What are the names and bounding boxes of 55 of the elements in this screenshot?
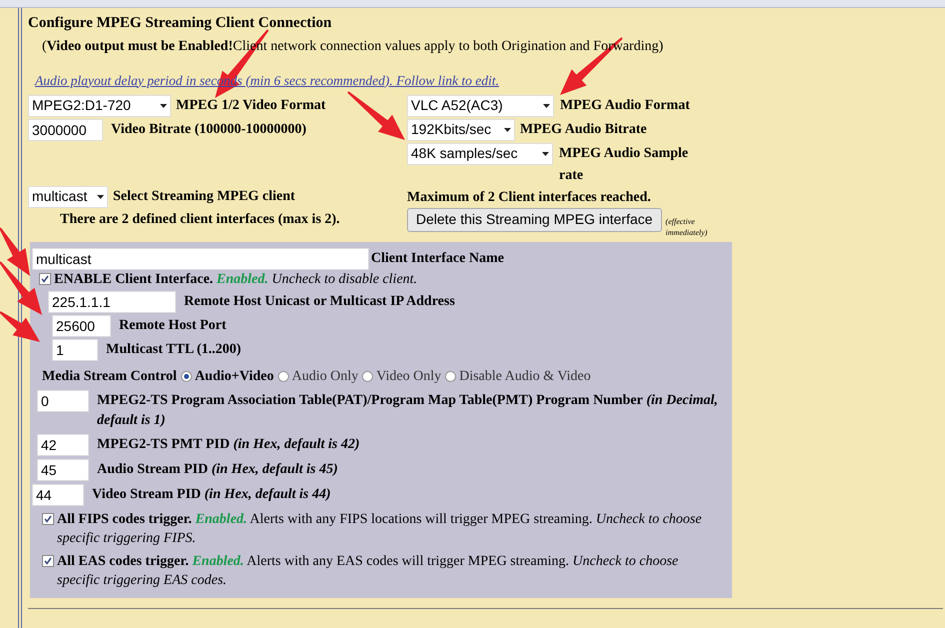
- checkbox[interactable]: [42, 554, 54, 567]
- audio-format-select[interactable]: VLC A52(AC3): [407, 94, 554, 117]
- checkbox[interactable]: [42, 512, 54, 525]
- pid-label: Video Stream PID (in Hex, default is 44): [92, 486, 332, 504]
- ttl-field[interactable]: 1: [52, 338, 98, 361]
- radio-button[interactable]: [180, 370, 192, 382]
- remote-port-field[interactable]: 25600: [52, 314, 111, 337]
- delete-interface-button[interactable]: Delete this Streaming MPEG interface: [407, 208, 662, 232]
- remote-host-label: Remote Host Unicast or Multicast IP Address: [184, 293, 455, 312]
- client-select-label: Select Streaming MPEG client: [113, 188, 296, 206]
- media-stream-label: Media Stream Control: [42, 368, 177, 386]
- video-format-label: MPEG 1/2 Video Format: [176, 97, 326, 116]
- video-format-select[interactable]: MPEG2:D1-720: [28, 94, 171, 117]
- radio-option[interactable]: Audio+Video: [180, 366, 274, 387]
- radio-option[interactable]: Disable Audio & Video: [445, 366, 591, 387]
- pid-label: MPEG2-TS PMT PID (in Hex, default is 42): [97, 436, 361, 454]
- pointer-arrow: [0, 228, 30, 276]
- dropdown-caret-icon: [542, 152, 549, 156]
- max-clients-text: Maximum of 2 Client interfaces reached.: [407, 188, 652, 207]
- pid-field[interactable]: 0: [37, 390, 89, 412]
- section-title: Configure MPEG Streaming Client Connection: [28, 14, 333, 33]
- radio-button[interactable]: [278, 370, 289, 382]
- remote-port-label: Remote Host Port: [119, 317, 226, 336]
- video-bitrate-field[interactable]: 3000000: [28, 118, 103, 141]
- pid-label: Audio Stream PID (in Hex, default is 45): [97, 460, 339, 479]
- effective-note: (effective immediately): [666, 216, 708, 238]
- audio-format-label: MPEG Audio Format: [560, 97, 690, 116]
- pointer-arrow: [347, 91, 405, 140]
- trigger-text: All FIPS codes trigger. Enabled. Alerts with any FIPS locations will trigger MPEG streaming. Uncheck to choose specific triggering FIPS.: [57, 510, 703, 548]
- video-bitrate-label: Video Bitrate (100000-10000000): [111, 121, 306, 140]
- dropdown-caret-icon: [97, 194, 104, 199]
- pid-field[interactable]: 45: [37, 458, 89, 481]
- audio-bitrate-label: MPEG Audio Bitrate: [520, 121, 647, 140]
- dropdown-caret-icon: [543, 104, 550, 108]
- audio-sample-rate-select[interactable]: 48K samples/sec: [407, 142, 553, 165]
- trigger-text: All EAS codes trigger. Enabled. Alerts with any EAS codes will trigger MPEG streaming. Uncheck to choose specific triggering EAS codes.: [57, 552, 680, 590]
- client-count-text: There are 2 defined client interfaces (max is 2).: [59, 210, 341, 229]
- ttl-label: Multicast TTL (1..200): [106, 341, 242, 360]
- pid-label: MPEG2-TS Program Association Table(PAT)/Program Map Table(PMT) Program Number (in Decimal, default is 1): [97, 392, 719, 430]
- pid-field[interactable]: 44: [32, 484, 84, 506]
- client-name-field[interactable]: multicast: [32, 248, 369, 270]
- audio-bitrate-select[interactable]: 192Kbits/sec: [407, 118, 515, 141]
- audio-sample-rate-label: MPEG Audio Sample rate: [559, 144, 690, 185]
- remote-host-field[interactable]: 225.1.1.1: [48, 290, 176, 313]
- checkbox[interactable]: [39, 272, 51, 285]
- pid-field[interactable]: 42: [37, 434, 89, 456]
- radio-option[interactable]: Audio Only: [278, 366, 358, 387]
- dropdown-caret-icon: [160, 104, 167, 108]
- radio-button[interactable]: [362, 370, 374, 382]
- radio-button[interactable]: [445, 370, 456, 382]
- dropdown-caret-icon: [504, 128, 511, 132]
- client-select[interactable]: multicast: [28, 186, 108, 208]
- enable-client-text: ENABLE Client Interface. Enabled. Uncheck to disable client.: [54, 270, 418, 289]
- client-name-label: Client Interface Name: [371, 250, 504, 268]
- radio-option[interactable]: Video Only: [362, 366, 442, 387]
